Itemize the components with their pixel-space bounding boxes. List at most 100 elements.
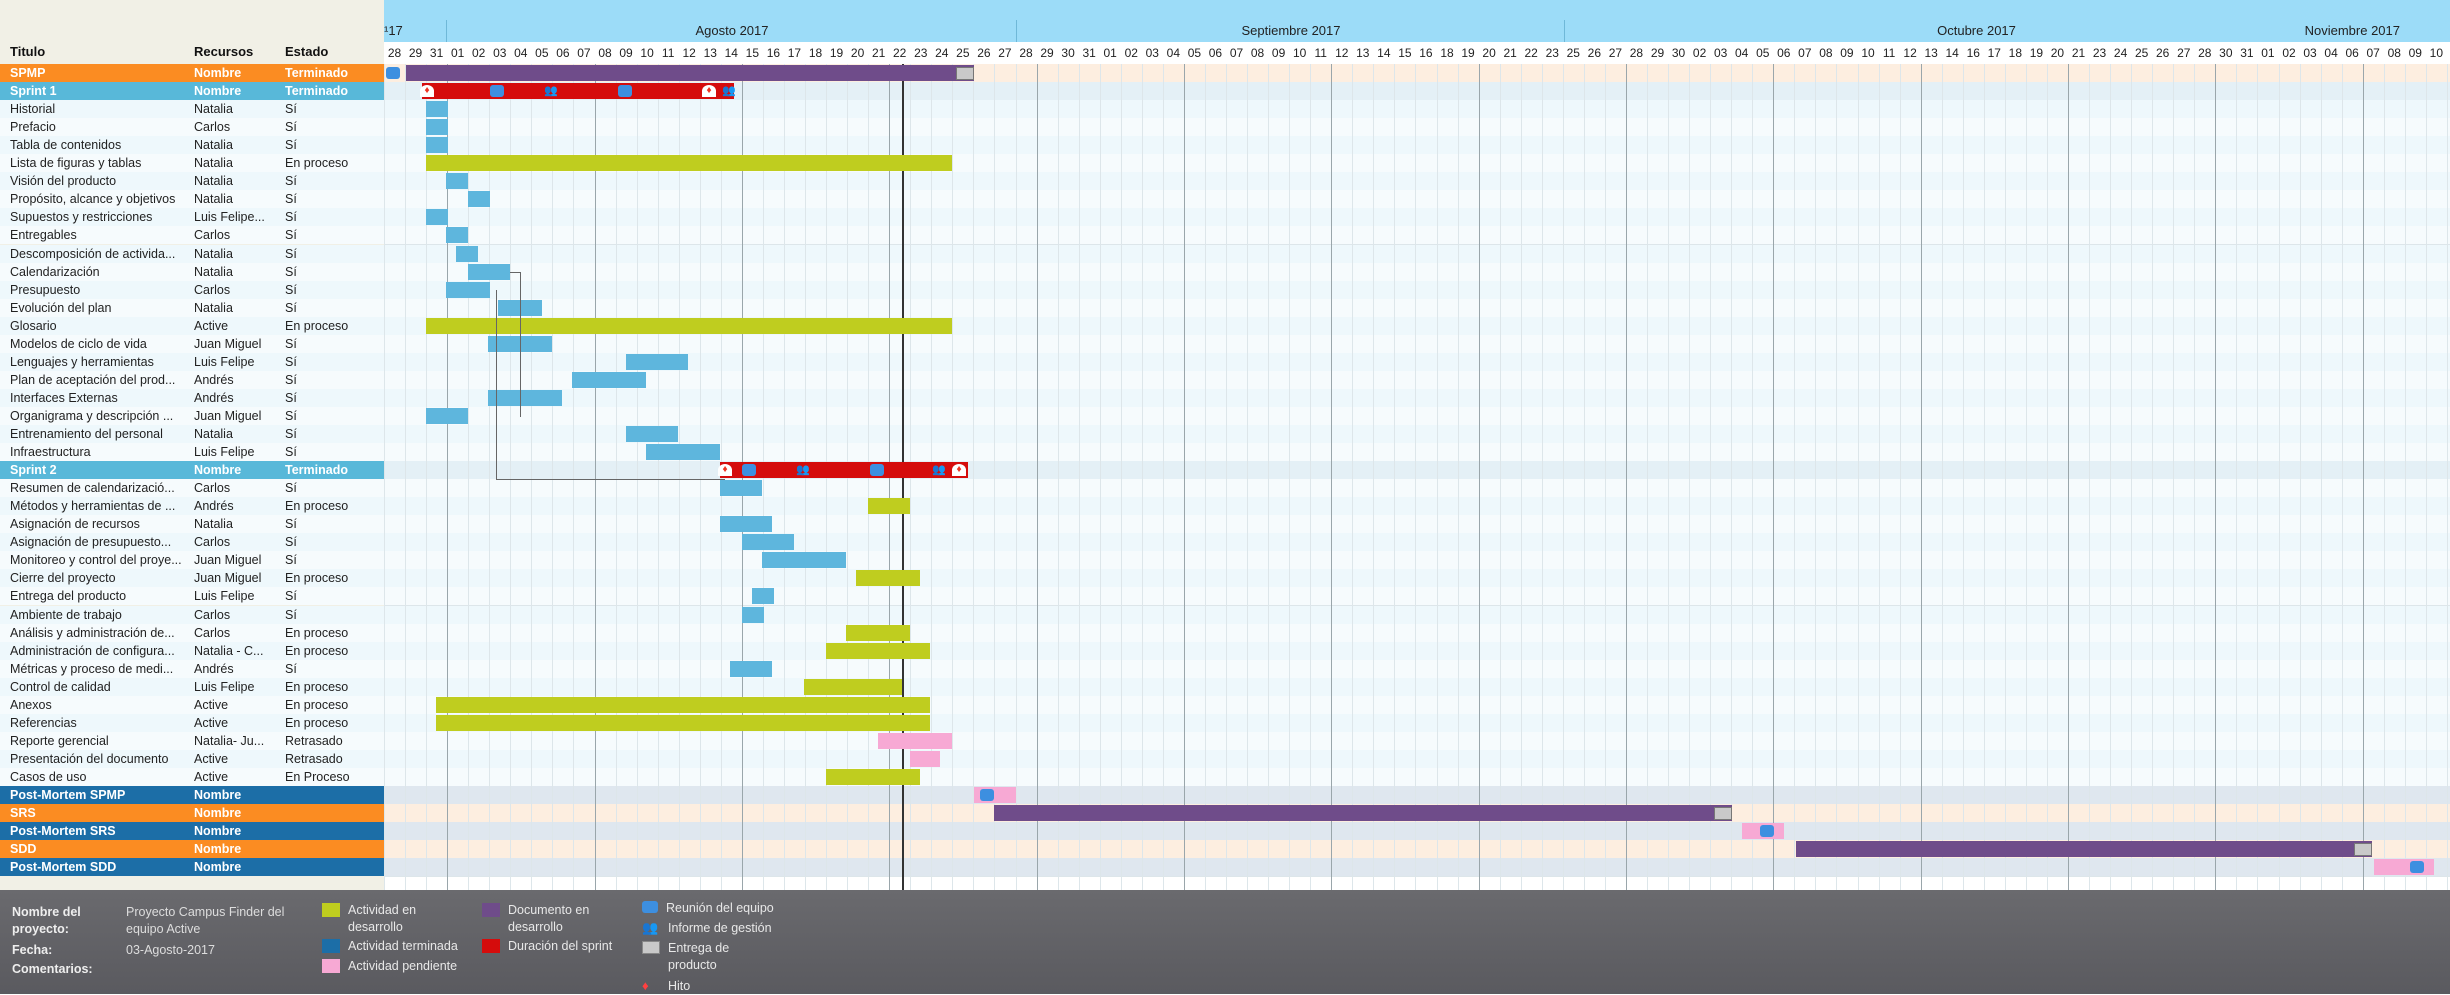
task-row[interactable]: Ambiente de trabajo Carlos Sí bbox=[0, 605, 384, 624]
srs-document-bar[interactable] bbox=[994, 805, 1732, 822]
task-bar[interactable] bbox=[856, 570, 920, 587]
task-row[interactable]: Supuestos y restricciones Luis Felipe... S… bbox=[0, 208, 384, 227]
task-row[interactable]: SPMP Nombre Terminado bbox=[0, 64, 384, 82]
task-bar[interactable] bbox=[436, 714, 930, 731]
task-row[interactable]: Casos de uso Active En Proceso bbox=[0, 767, 384, 786]
task-title: Visión del producto bbox=[10, 174, 117, 189]
task-row[interactable]: Presupuesto Carlos Sí bbox=[0, 280, 384, 299]
sprint2-duration-bar[interactable] bbox=[720, 462, 968, 479]
task-bar[interactable] bbox=[426, 137, 448, 154]
task-bar[interactable] bbox=[426, 407, 468, 424]
column-header-status[interactable]: Estado bbox=[285, 44, 328, 59]
task-row[interactable]: SRS Nombre bbox=[0, 804, 384, 823]
spmp-document-bar[interactable] bbox=[406, 65, 974, 81]
task-row[interactable]: Referencias Active En proceso bbox=[0, 713, 384, 732]
grid-line bbox=[2173, 64, 2175, 890]
dependency-connector bbox=[496, 289, 725, 481]
task-bar[interactable] bbox=[762, 552, 846, 569]
task-bar[interactable] bbox=[446, 281, 490, 298]
task-row[interactable]: Post-Mortem SDD Nombre bbox=[0, 858, 384, 877]
task-resource: Juan Miguel bbox=[194, 336, 262, 351]
task-bar[interactable] bbox=[446, 173, 468, 190]
task-row[interactable]: Anexos Active En proceso bbox=[0, 695, 384, 714]
task-row[interactable]: Asignación de presupuesto... Carlos Sí bbox=[0, 533, 384, 552]
task-bar[interactable] bbox=[720, 480, 762, 497]
column-header-resources[interactable]: Recursos bbox=[194, 44, 253, 59]
task-row[interactable]: Visión del producto Natalia Sí bbox=[0, 172, 384, 191]
grid-line bbox=[1352, 64, 1354, 890]
task-bar[interactable] bbox=[910, 750, 940, 767]
task-row[interactable]: Sprint 2 Nombre Terminado bbox=[0, 461, 384, 480]
task-row[interactable]: SDD Nombre bbox=[0, 840, 384, 859]
task-row[interactable]: Reporte gerencial Natalia- Ju... Retrasado bbox=[0, 731, 384, 750]
task-bar[interactable] bbox=[426, 101, 448, 118]
task-status: Sí bbox=[285, 553, 297, 568]
meeting-icon bbox=[980, 789, 994, 801]
task-row[interactable]: Monitoreo y control del proye... Juan Mig… bbox=[0, 551, 384, 570]
task-row[interactable]: Descomposición de activida... Natalia Sí bbox=[0, 244, 384, 263]
task-row[interactable]: Cierre del proyecto Juan Miguel En proceso bbox=[0, 569, 384, 588]
task-row[interactable]: Plan de aceptación del prod... Andrés Sí bbox=[0, 370, 384, 389]
task-bar[interactable] bbox=[426, 155, 952, 172]
task-row[interactable]: Control de calidad Luis Felipe En proceso bbox=[0, 677, 384, 696]
sdd-document-bar[interactable] bbox=[1796, 841, 2372, 858]
task-bar[interactable] bbox=[868, 498, 910, 515]
task-resource: Natalia bbox=[194, 517, 233, 532]
task-status: En proceso bbox=[285, 715, 349, 730]
task-bar[interactable] bbox=[752, 588, 774, 605]
task-row[interactable]: Presentación del documento Active Retrasad… bbox=[0, 749, 384, 768]
task-row[interactable]: Métodos y herramientas de ... Andrés En pr… bbox=[0, 497, 384, 516]
task-status: Sí bbox=[285, 535, 297, 550]
task-row[interactable]: Modelos de ciclo de vida Juan Miguel Sí bbox=[0, 334, 384, 353]
task-row[interactable]: Post-Mortem SPMP Nombre bbox=[0, 786, 384, 804]
task-row[interactable]: Post-Mortem SRS Nombre bbox=[0, 822, 384, 841]
task-title: Prefacio bbox=[10, 120, 56, 135]
day-label: 28 bbox=[1019, 46, 1033, 60]
task-row[interactable]: Entrenamiento del personal Natalia Sí bbox=[0, 425, 384, 443]
task-bar[interactable] bbox=[720, 516, 772, 533]
task-row[interactable]: Lenguajes y herramientas Luis Felipe Sí bbox=[0, 352, 384, 371]
task-row[interactable]: Administración de configura... Natalia - … bbox=[0, 641, 384, 660]
task-bar[interactable] bbox=[826, 768, 920, 785]
task-row[interactable]: Análisis y administración de... Carlos En … bbox=[0, 623, 384, 642]
task-row[interactable]: Evolución del plan Natalia Sí bbox=[0, 298, 384, 317]
task-resource: Carlos bbox=[194, 481, 231, 496]
task-bar[interactable] bbox=[742, 534, 794, 551]
task-row[interactable]: Resumen de calendarizació... Carlos Sí bbox=[0, 479, 384, 498]
task-bar[interactable] bbox=[468, 191, 490, 208]
task-row[interactable]: Interfaces Externas Andrés Sí bbox=[0, 388, 384, 407]
task-bar[interactable] bbox=[468, 263, 510, 280]
task-row[interactable]: Prefacio Carlos Sí bbox=[0, 118, 384, 137]
task-status: Sí bbox=[285, 138, 297, 153]
postmortem-sdd-bar[interactable] bbox=[2374, 859, 2434, 876]
task-row[interactable]: Entregables Carlos Sí bbox=[0, 226, 384, 245]
task-bar[interactable] bbox=[426, 209, 448, 226]
column-header-title[interactable]: Titulo bbox=[10, 44, 45, 59]
task-row[interactable]: Tabla de contenidos Natalia Sí bbox=[0, 136, 384, 155]
task-resource: Nombre bbox=[194, 66, 242, 80]
task-bar[interactable] bbox=[804, 678, 902, 695]
sprint1-duration-bar[interactable] bbox=[422, 83, 734, 100]
task-bar[interactable] bbox=[730, 660, 772, 677]
task-row[interactable]: Métricas y proceso de medi... Andrés Sí bbox=[0, 659, 384, 678]
task-bar[interactable] bbox=[742, 606, 764, 623]
task-row[interactable]: Historial Natalia Sí bbox=[0, 100, 384, 119]
task-bar[interactable] bbox=[826, 642, 930, 659]
task-row[interactable]: Glosario Active En proceso bbox=[0, 316, 384, 335]
task-row[interactable]: Entrega del producto Luis Felipe Sí bbox=[0, 587, 384, 606]
task-bar[interactable] bbox=[878, 732, 952, 749]
task-row[interactable]: Propósito, alcance y objetivos Natalia Sí bbox=[0, 190, 384, 209]
task-bar[interactable] bbox=[846, 624, 910, 641]
task-bar[interactable] bbox=[446, 227, 468, 244]
task-row[interactable]: Organigrama y descripción ... Juan Miguel… bbox=[0, 406, 384, 425]
task-bar[interactable] bbox=[436, 696, 930, 713]
task-row[interactable]: Sprint 1 Nombre Terminado bbox=[0, 82, 384, 101]
task-bar[interactable] bbox=[426, 119, 448, 136]
task-row[interactable]: Asignación de recursos Natalia Sí bbox=[0, 515, 384, 534]
task-row[interactable]: Lista de figuras y tablas Natalia En proce… bbox=[0, 154, 384, 173]
task-bar[interactable] bbox=[456, 245, 478, 262]
task-resource: Nombre bbox=[194, 84, 242, 99]
task-row[interactable]: Infraestructura Luis Felipe Sí bbox=[0, 443, 384, 462]
task-row[interactable]: Calendarización Natalia Sí bbox=[0, 262, 384, 281]
gantt-row bbox=[384, 244, 2450, 264]
